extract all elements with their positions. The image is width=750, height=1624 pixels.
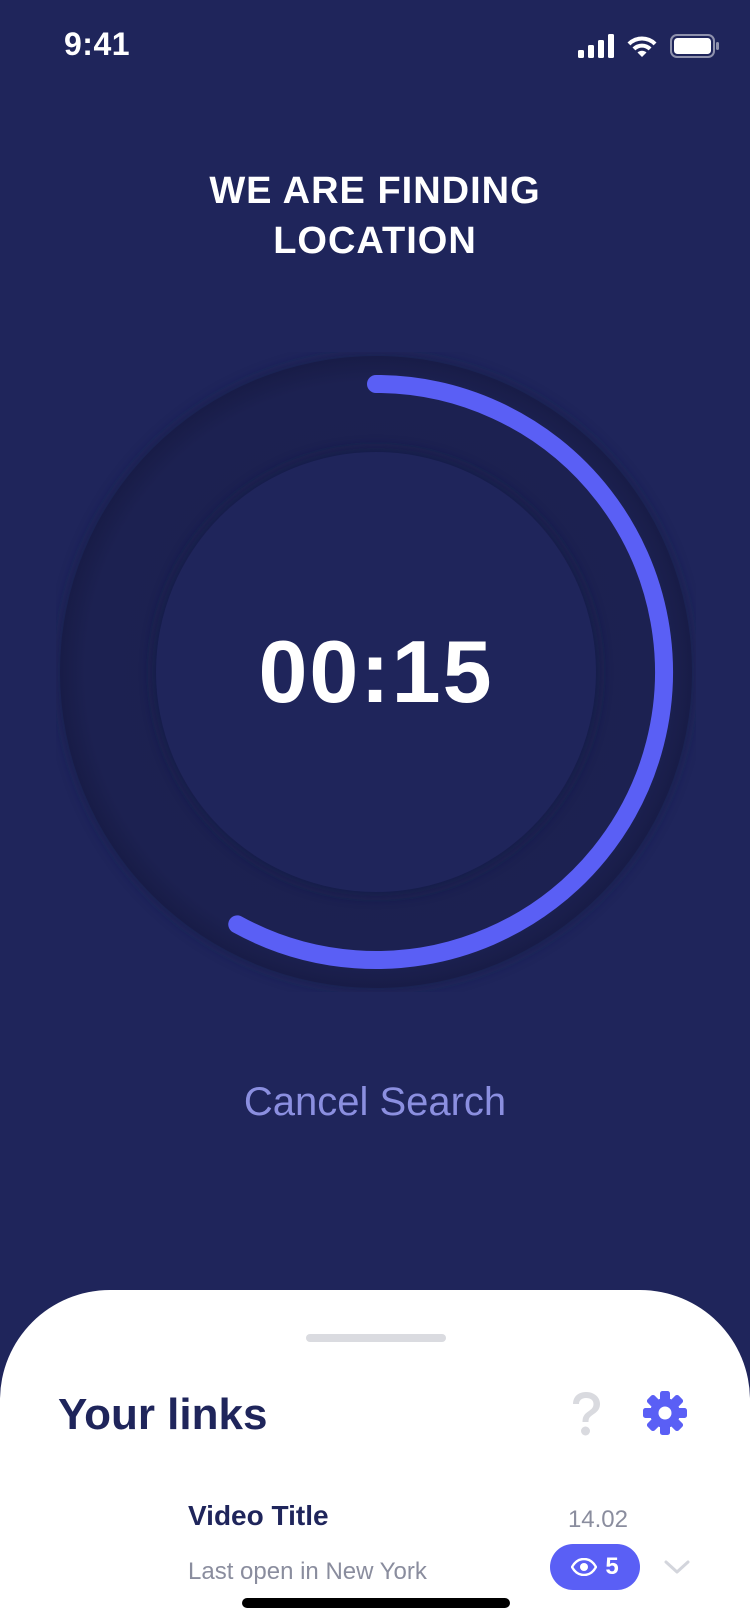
- status-icons: [578, 30, 720, 62]
- expand-link-button[interactable]: [662, 1552, 692, 1582]
- question-icon: [573, 1392, 600, 1436]
- page-title: WE ARE FINDING LOCATION: [0, 166, 750, 266]
- eye-icon: [571, 1558, 598, 1576]
- home-indicator: [242, 1598, 510, 1608]
- views-count: 5: [605, 1553, 619, 1580]
- gear-icon: [643, 1391, 687, 1435]
- finding-location-screen: 9:41 WE ARE FINDING LOCATION 00:15 Cance…: [0, 0, 750, 1624]
- link-date: 14.02: [567, 1506, 628, 1533]
- status-bar: 9:41: [0, 0, 750, 90]
- timer-countdown: 00:15: [258, 622, 494, 721]
- sheet-title: Your links: [58, 1390, 268, 1439]
- links-bottom-sheet: Your links Video Title 14.02 Last open i…: [0, 1290, 750, 1624]
- help-button[interactable]: [564, 1388, 608, 1440]
- wifi-icon: [627, 36, 657, 57]
- link-subtitle: Last open in New York: [188, 1558, 427, 1585]
- page-title-line-2: LOCATION: [273, 220, 477, 262]
- link-title: Video Title: [188, 1500, 329, 1531]
- cancel-search-button[interactable]: Cancel Search: [0, 1080, 750, 1125]
- settings-button[interactable]: [642, 1390, 688, 1436]
- battery-icon: [670, 34, 719, 58]
- search-timer: 00:15: [56, 352, 696, 992]
- cellular-signal-icon: [578, 34, 614, 58]
- views-badge[interactable]: 5: [550, 1544, 640, 1590]
- chevron-down-icon: [664, 1560, 690, 1574]
- sheet-drag-handle[interactable]: [306, 1334, 446, 1342]
- status-time: 9:41: [64, 26, 131, 62]
- page-title-line-1: WE ARE FINDING: [209, 170, 541, 212]
